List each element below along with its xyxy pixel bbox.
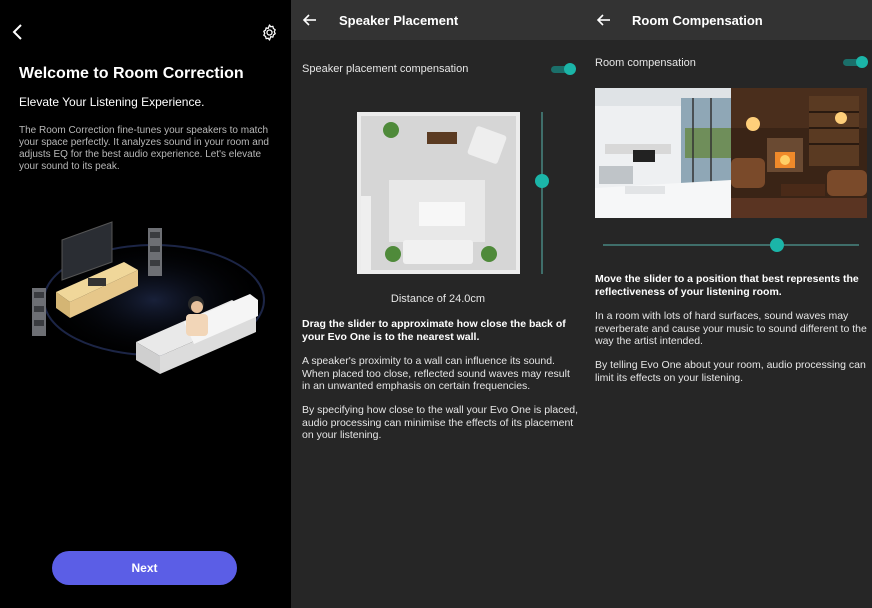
speaker-placement-toggle[interactable] — [551, 63, 576, 75]
room-comparison-images — [595, 88, 867, 218]
arrow-left-icon[interactable] — [302, 13, 317, 27]
distance-readout: Distance of 24.0cm — [390, 293, 486, 305]
chevron-left-icon[interactable] — [9, 22, 27, 42]
welcome-panel: Welcome to Room Correction Elevate Your … — [0, 0, 291, 608]
reflectiveness-slider[interactable] — [603, 237, 859, 253]
room-illustration — [32, 221, 269, 374]
toggle-label: Speaker placement compensation — [302, 63, 469, 75]
arrow-left-icon[interactable] — [596, 13, 611, 27]
room-compensation-toggle[interactable] — [843, 56, 868, 68]
distance-slider[interactable] — [535, 112, 549, 274]
info-paragraph-2: By specifying how close to the wall your… — [302, 404, 579, 441]
info-paragraph-1: In a room with lots of hard surfaces, so… — [595, 310, 867, 347]
page-subtitle: Elevate Your Listening Experience. — [19, 95, 205, 109]
reflectiveness-slider-handle[interactable] — [769, 238, 784, 252]
page-title: Room Compensation — [632, 13, 763, 28]
header-bar: Room Compensation — [585, 0, 872, 40]
speaker-placement-panel: Speaker Placement Speaker placement comp… — [291, 0, 585, 608]
room-compensation-panel: Room Compensation Room compensation Move… — [585, 0, 872, 608]
instruction-text: Move the slider to a position that best … — [595, 273, 859, 298]
info-paragraph-2: By telling Evo One about your room, audi… — [595, 359, 866, 384]
page-description: The Room Correction fine-tunes your spea… — [19, 125, 269, 172]
page-title: Speaker Placement — [339, 13, 459, 28]
room-floorplan-image — [357, 112, 520, 274]
page-title: Welcome to Room Correction — [19, 65, 244, 82]
reflective-room-image — [595, 88, 731, 218]
distance-slider-handle[interactable] — [535, 174, 549, 189]
next-button[interactable]: Next — [52, 551, 237, 585]
toggle-label: Room compensation — [595, 57, 696, 69]
header-bar: Speaker Placement — [291, 0, 585, 40]
instruction-text: Drag the slider to approximate how close… — [302, 318, 566, 343]
info-paragraph-1: A speaker's proximity to a wall can infl… — [302, 355, 570, 392]
gear-icon[interactable] — [260, 23, 279, 42]
absorbent-room-image — [731, 88, 867, 218]
